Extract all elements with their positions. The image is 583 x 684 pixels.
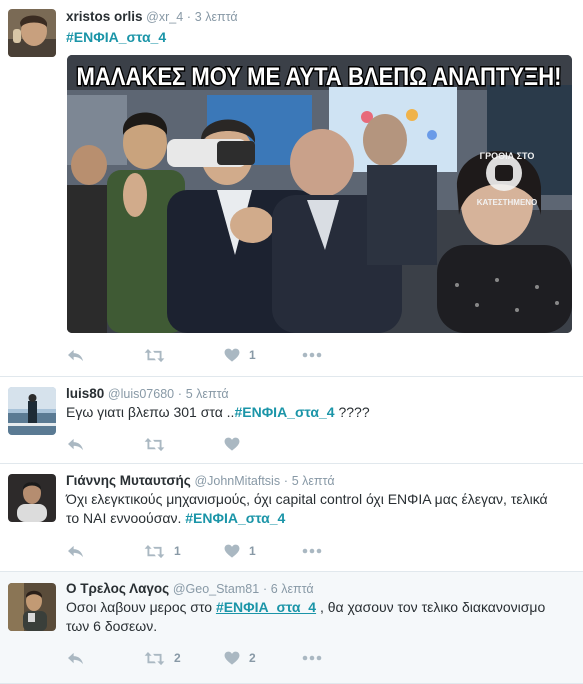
tweet-timestamp[interactable]: 5 λεπτά (186, 387, 229, 401)
retweet-button[interactable] (144, 348, 224, 363)
tweet-text: Εγω γιατι βλεπω 301 στα ..#ΕΝΦΙΑ_στα_4 ?… (66, 403, 573, 422)
tweet-text-part: Οσοι λαβουν μερος στο (66, 599, 216, 615)
heart-icon (224, 651, 240, 665)
tweet[interactable]: luis80 @luis07680 · 5 λεπτά Εγω γιατι βλ… (0, 377, 583, 464)
separator-dot: · (262, 581, 268, 596)
reply-button[interactable] (66, 544, 144, 559)
tweet-timestamp[interactable]: 3 λεπτά (195, 10, 238, 24)
more-dots-icon (302, 548, 322, 554)
avatar[interactable] (8, 583, 56, 631)
image-logo-top: ΓΡΟΘΙΑ ΣΤΟ (480, 151, 535, 161)
separator-dot: · (177, 386, 183, 401)
author-name[interactable]: Γιάννης Μυταυτσής (66, 473, 191, 488)
reply-button[interactable] (66, 437, 144, 452)
tweet-text-part: ???? (334, 404, 370, 420)
more-button[interactable] (302, 352, 322, 358)
tweet-text: Οσοι λαβουν μερος στο #ΕΝΦΙΑ_στα_4 , θα … (66, 598, 573, 636)
retweet-icon (144, 437, 165, 452)
more-button[interactable] (302, 548, 322, 554)
hashtag-link[interactable]: #ΕΝΦΙΑ_στα_4 (185, 510, 285, 526)
tweet[interactable]: Γιάννης Μυταυτσής @JohnMitaftsis · 5 λεπ… (0, 464, 583, 572)
avatar[interactable] (8, 9, 56, 57)
author-username[interactable]: @Geo_Stam81 (173, 582, 259, 596)
reply-icon (66, 544, 85, 559)
heart-icon (224, 437, 240, 451)
more-button[interactable] (302, 655, 322, 661)
reply-button[interactable] (66, 651, 144, 666)
reply-button[interactable] (66, 348, 144, 363)
hashtag-link[interactable]: #ΕΝΦΙΑ_στα_4 (66, 29, 166, 45)
author-name[interactable]: Ο Τρελος Λαγος (66, 581, 169, 596)
more-dots-icon (302, 352, 322, 358)
tweet-text-part: το ΝΑΙ εννοούσαν. (66, 510, 186, 526)
retweet-icon (144, 544, 165, 559)
like-button[interactable]: 1 (224, 348, 302, 362)
tweet-timestamp[interactable]: 6 λεπτά (271, 582, 314, 596)
like-count: 2 (249, 651, 256, 665)
tweet-media-image[interactable]: ΓΡΟΘΙΑ ΣΤΟ ΚΑΤΕΣΤΗΜΕΝΟ ΜΑΛΑΚΕΣ ΜΟΥ ΜΕ ΑΥ… (67, 55, 572, 333)
retweet-count: 2 (174, 651, 181, 665)
like-button[interactable] (224, 437, 302, 451)
avatar[interactable] (8, 474, 56, 522)
like-count: 1 (249, 544, 256, 558)
tweet-text-part: , θα χασουν τον τελικο διακανονισμο (316, 599, 546, 615)
author-username[interactable]: @xr_4 (146, 10, 183, 24)
retweet-button[interactable] (144, 437, 224, 452)
reply-icon (66, 437, 85, 452)
tweet-timestamp[interactable]: 5 λεπτά (292, 474, 335, 488)
retweet-button[interactable]: 1 (144, 544, 224, 559)
author-name[interactable]: xristos orlis (66, 9, 143, 24)
hashtag-link[interactable]: #ΕΝΦΙΑ_στα_4 (234, 404, 334, 420)
retweet-icon (144, 348, 165, 363)
reply-icon (66, 348, 85, 363)
hashtag-link[interactable]: #ΕΝΦΙΑ_στα_4 (216, 599, 316, 615)
image-banner-text: ΜΑΛΑΚΕΣ ΜΟΥ ΜΕ ΑΥΤΑ ΒΛΕΠΩ ΑΝΑΠΤΥΞΗ! (77, 63, 562, 91)
author-name[interactable]: luis80 (66, 386, 104, 401)
retweet-button[interactable]: 2 (144, 651, 224, 666)
tweet-text-line: Όχι ελεγκτικούς μηχανισμούς, όχι capital… (66, 491, 548, 507)
like-button[interactable]: 1 (224, 544, 302, 558)
like-count: 1 (249, 348, 256, 362)
like-button[interactable]: 2 (224, 651, 302, 665)
retweet-count: 1 (174, 544, 181, 558)
tweet-text-part: Εγω γιατι βλεπω 301 στα .. (66, 404, 235, 420)
tweet[interactable]: xristos orlis @xr_4 · 3 λεπτά #ΕΝΦΙΑ_στα… (0, 0, 583, 377)
heart-icon (224, 544, 240, 558)
tweet[interactable]: Ο Τρελος Λαγος @Geo_Stam81 · 6 λεπτά Οσο… (0, 572, 583, 684)
timeline: xristos orlis @xr_4 · 3 λεπτά #ΕΝΦΙΑ_στα… (0, 0, 583, 684)
avatar[interactable] (8, 387, 56, 435)
reply-icon (66, 651, 85, 666)
author-username[interactable]: @JohnMitaftsis (194, 474, 280, 488)
separator-dot: · (186, 9, 192, 24)
author-username[interactable]: @luis07680 (108, 387, 174, 401)
heart-icon (224, 348, 240, 362)
separator-dot: · (283, 473, 289, 488)
retweet-icon (144, 651, 165, 666)
tweet-text-line: των 6 δοσεων. (66, 618, 158, 634)
image-logo-bottom: ΚΑΤΕΣΤΗΜΕΝΟ (477, 198, 538, 207)
tweet-text: Όχι ελεγκτικούς μηχανισμούς, όχι capital… (66, 490, 573, 528)
more-dots-icon (302, 655, 322, 661)
